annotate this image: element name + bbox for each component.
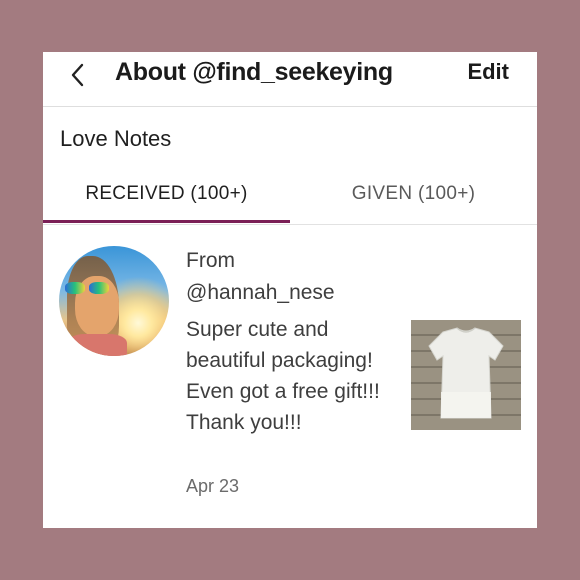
tab-given[interactable]: GIVEN (100+) — [290, 172, 537, 222]
edit-button[interactable]: Edit — [467, 54, 509, 90]
top-bar: About @find_seekeying Edit — [43, 52, 537, 107]
note-date: Apr 23 — [186, 476, 240, 496]
section-title: Love Notes — [60, 126, 172, 151]
tab-bar: RECEIVED (100+) GIVEN (100+) — [43, 172, 537, 225]
avatar[interactable] — [59, 246, 169, 356]
page-title: About @find_seekeying — [115, 58, 393, 86]
item-thumbnail[interactable] — [411, 320, 521, 430]
tab-received[interactable]: RECEIVED (100+) — [43, 172, 290, 222]
active-tab-indicator — [43, 220, 290, 223]
note-message: Super cute and beautiful packaging! Even… — [186, 318, 380, 434]
back-button[interactable] — [63, 58, 93, 92]
tshirt-image — [428, 327, 504, 419]
profile-card: About @find_seekeying Edit Love Notes RE… — [43, 52, 537, 528]
chevron-left-icon — [71, 63, 84, 87]
note-from-username[interactable]: @hannah_nese — [186, 281, 335, 305]
note-from-label: From — [186, 249, 235, 272]
